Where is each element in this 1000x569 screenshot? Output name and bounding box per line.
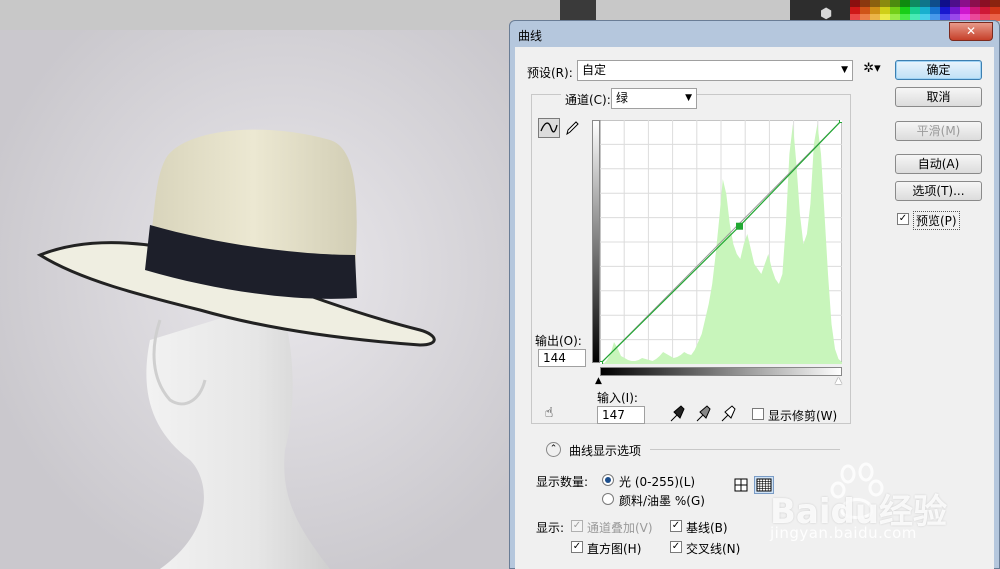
close-button[interactable]: ✕ — [949, 22, 993, 41]
color-swatch[interactable] — [920, 7, 930, 14]
output-field[interactable]: 144 — [538, 349, 586, 367]
color-swatch[interactable] — [860, 0, 870, 7]
intersection-checkbox[interactable]: ✓ — [670, 541, 682, 553]
options-button[interactable]: 选项(T)... — [895, 181, 982, 201]
eyedropper-black-icon[interactable] — [669, 405, 685, 423]
dialog-body: 预设(R): 自定 ▼ ✲▾ 确定 取消 平滑(M) 自动(A) 选项(T)..… — [515, 47, 994, 569]
collapse-icon[interactable]: ⌃ — [546, 442, 561, 457]
color-swatch[interactable] — [980, 7, 990, 14]
preset-value: 自定 — [582, 63, 607, 77]
show-label: 显示: — [536, 521, 565, 535]
baseline-label[interactable]: 基线(B) — [686, 519, 728, 536]
color-swatch[interactable] — [960, 0, 970, 7]
input-field[interactable]: 147 — [597, 406, 645, 424]
channel-dropdown[interactable]: 绿 ▼ — [611, 88, 697, 109]
color-swatch[interactable] — [910, 7, 920, 14]
color-swatch[interactable] — [940, 7, 950, 14]
white-point-slider-icon[interactable]: ▲ — [835, 376, 842, 386]
cancel-button[interactable]: 取消 — [895, 87, 982, 107]
close-icon: ✕ — [965, 24, 977, 38]
input-label: 输入(I): — [597, 391, 638, 405]
preview-checkbox[interactable]: ✓ — [897, 213, 909, 225]
color-swatch[interactable] — [970, 0, 980, 7]
color-swatch[interactable] — [980, 0, 990, 7]
black-point-slider-icon[interactable]: ▲ — [595, 376, 602, 386]
curve-point-icon[interactable] — [538, 118, 560, 138]
color-swatch[interactable] — [900, 7, 910, 14]
hand-adjust-icon[interactable]: ☝ — [539, 405, 559, 421]
swatches-panel[interactable] — [850, 0, 1000, 22]
curves-dialog: 曲线 ✕ 预设(R): 自定 ▼ ✲▾ 确定 取消 平滑(M) 自动(A) 选项… — [509, 20, 1000, 569]
preset-label: 预设(R): — [527, 66, 573, 80]
auto-button[interactable]: 自动(A) — [895, 154, 982, 174]
input-gradient-bar — [600, 367, 842, 376]
color-swatch[interactable] — [930, 7, 940, 14]
histogram-label[interactable]: 直方图(H) — [587, 540, 641, 557]
color-swatch[interactable] — [880, 7, 890, 14]
dialog-titlebar[interactable]: 曲线 ✕ — [510, 21, 999, 47]
pigment-radio[interactable] — [602, 493, 614, 505]
output-label: 输出(O): — [535, 334, 582, 348]
curve-point[interactable] — [839, 120, 843, 123]
channel-overlay-label[interactable]: 通道叠加(V) — [587, 519, 653, 536]
color-swatch[interactable] — [880, 0, 890, 7]
tool-panel-tab — [560, 0, 596, 20]
light-option-label[interactable]: 光 (0-255)(L) — [619, 473, 695, 490]
channel-value: 绿 — [616, 91, 629, 105]
grid-10-icon[interactable] — [754, 476, 774, 494]
histogram-checkbox[interactable]: ✓ — [571, 541, 583, 553]
chevron-down-icon: ▼ — [685, 93, 692, 103]
intersection-label[interactable]: 交叉线(N) — [686, 540, 740, 557]
preview-label[interactable]: 预览(P) — [913, 211, 960, 230]
color-swatch[interactable] — [890, 7, 900, 14]
color-swatch[interactable] — [860, 7, 870, 14]
eyedropper-white-icon[interactable] — [720, 405, 736, 423]
color-swatch[interactable] — [870, 7, 880, 14]
color-swatch[interactable] — [900, 0, 910, 7]
show-clipping-checkbox[interactable] — [752, 408, 764, 420]
color-swatch[interactable] — [910, 0, 920, 7]
color-swatch[interactable] — [970, 7, 980, 14]
curves-graph[interactable] — [600, 120, 842, 364]
color-swatch[interactable] — [890, 0, 900, 7]
photo-hat-mannequin — [0, 30, 512, 569]
curve-point[interactable] — [736, 222, 744, 230]
color-swatch[interactable] — [870, 0, 880, 7]
color-swatch[interactable] — [920, 0, 930, 7]
color-swatch[interactable] — [950, 7, 960, 14]
grid-4-icon[interactable] — [734, 478, 748, 492]
chevron-down-icon: ▼ — [841, 65, 848, 75]
color-swatch[interactable] — [960, 7, 970, 14]
output-gradient-bar — [592, 120, 600, 363]
divider — [650, 449, 840, 450]
show-clipping-label[interactable]: 显示修剪(W) — [768, 407, 837, 424]
pencil-icon[interactable] — [564, 119, 580, 137]
dialog-title: 曲线 — [518, 29, 543, 43]
color-swatch[interactable] — [990, 7, 1000, 14]
baseline-checkbox[interactable]: ✓ — [670, 520, 682, 532]
curve-point[interactable] — [600, 361, 603, 365]
curve-options-label: 曲线显示选项 — [569, 444, 642, 458]
pigment-option-label[interactable]: 颜料/油墨 %(G) — [619, 492, 705, 509]
preset-dropdown[interactable]: 自定 ▼ — [577, 60, 853, 81]
channel-overlay-checkbox[interactable]: ✓ — [571, 520, 583, 532]
color-swatch[interactable] — [940, 0, 950, 7]
color-swatch[interactable] — [850, 0, 860, 7]
color-swatch[interactable] — [850, 7, 860, 14]
smooth-button[interactable]: 平滑(M) — [895, 121, 982, 141]
gear-icon[interactable]: ✲▾ — [862, 61, 882, 76]
show-amount-label: 显示数量: — [536, 475, 589, 489]
light-radio[interactable] — [602, 474, 614, 486]
color-swatch[interactable] — [990, 0, 1000, 7]
document-canvas[interactable] — [0, 30, 512, 569]
channel-label: 通道(C): — [561, 91, 615, 108]
color-swatch[interactable] — [950, 0, 960, 7]
ok-button[interactable]: 确定 — [895, 60, 982, 80]
color-swatch[interactable] — [930, 0, 940, 7]
eyedropper-gray-icon[interactable] — [695, 405, 711, 423]
